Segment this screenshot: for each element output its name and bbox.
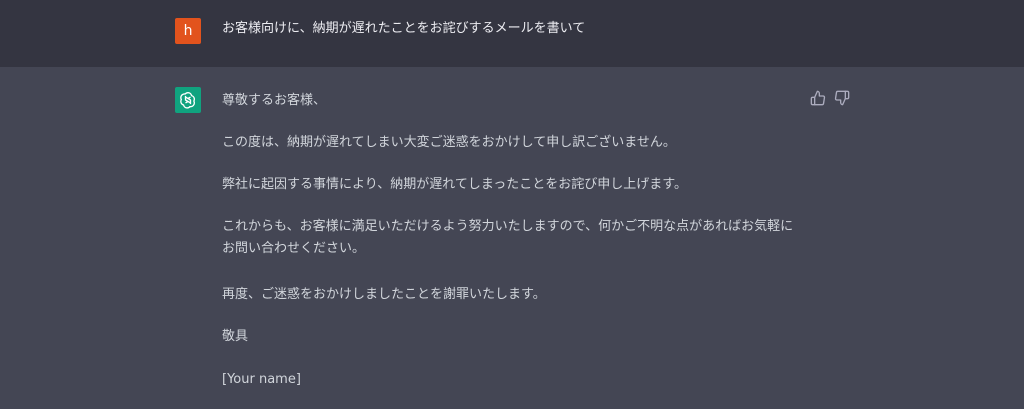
assistant-message-row: 尊敬するお客様、 この度は、納期が遅れてしまい大変ご迷惑をおかけして申し訳ござい… (0, 67, 1024, 409)
openai-logo-icon (175, 87, 201, 113)
message-paragraph-greeting: 尊敬するお客様、 (222, 93, 327, 108)
user-avatar: h (175, 18, 201, 44)
message-paragraph-signature: [Your name] (222, 372, 301, 387)
user-message-text: お客様向けに、納期が遅れたことをお詫びするメールを書いて (222, 21, 586, 36)
message-paragraph-closing-apology: 再度、ご迷惑をおかけしましたことを謝罪いたします。 (222, 287, 546, 302)
message-paragraph-reason: 弊社に起因する事情により、納期が遅れてしまったことをお詫び申し上げます。 (222, 177, 688, 192)
message-paragraph-contact: これからも、お客様に満足いただけるよう努力いたしますので、何かご不明な点があれば… (222, 219, 794, 256)
message-paragraph-sign-off: 敬具 (222, 329, 249, 344)
user-message-row: h お客様向けに、納期が遅れたことをお詫びするメールを書いて (0, 0, 1024, 68)
thumbs-down-icon[interactable] (834, 90, 850, 106)
message-paragraph-apology: この度は、納期が遅れてしまい大変ご迷惑をおかけして申し訳ございません。 (222, 135, 676, 150)
thumbs-up-icon[interactable] (810, 90, 826, 106)
